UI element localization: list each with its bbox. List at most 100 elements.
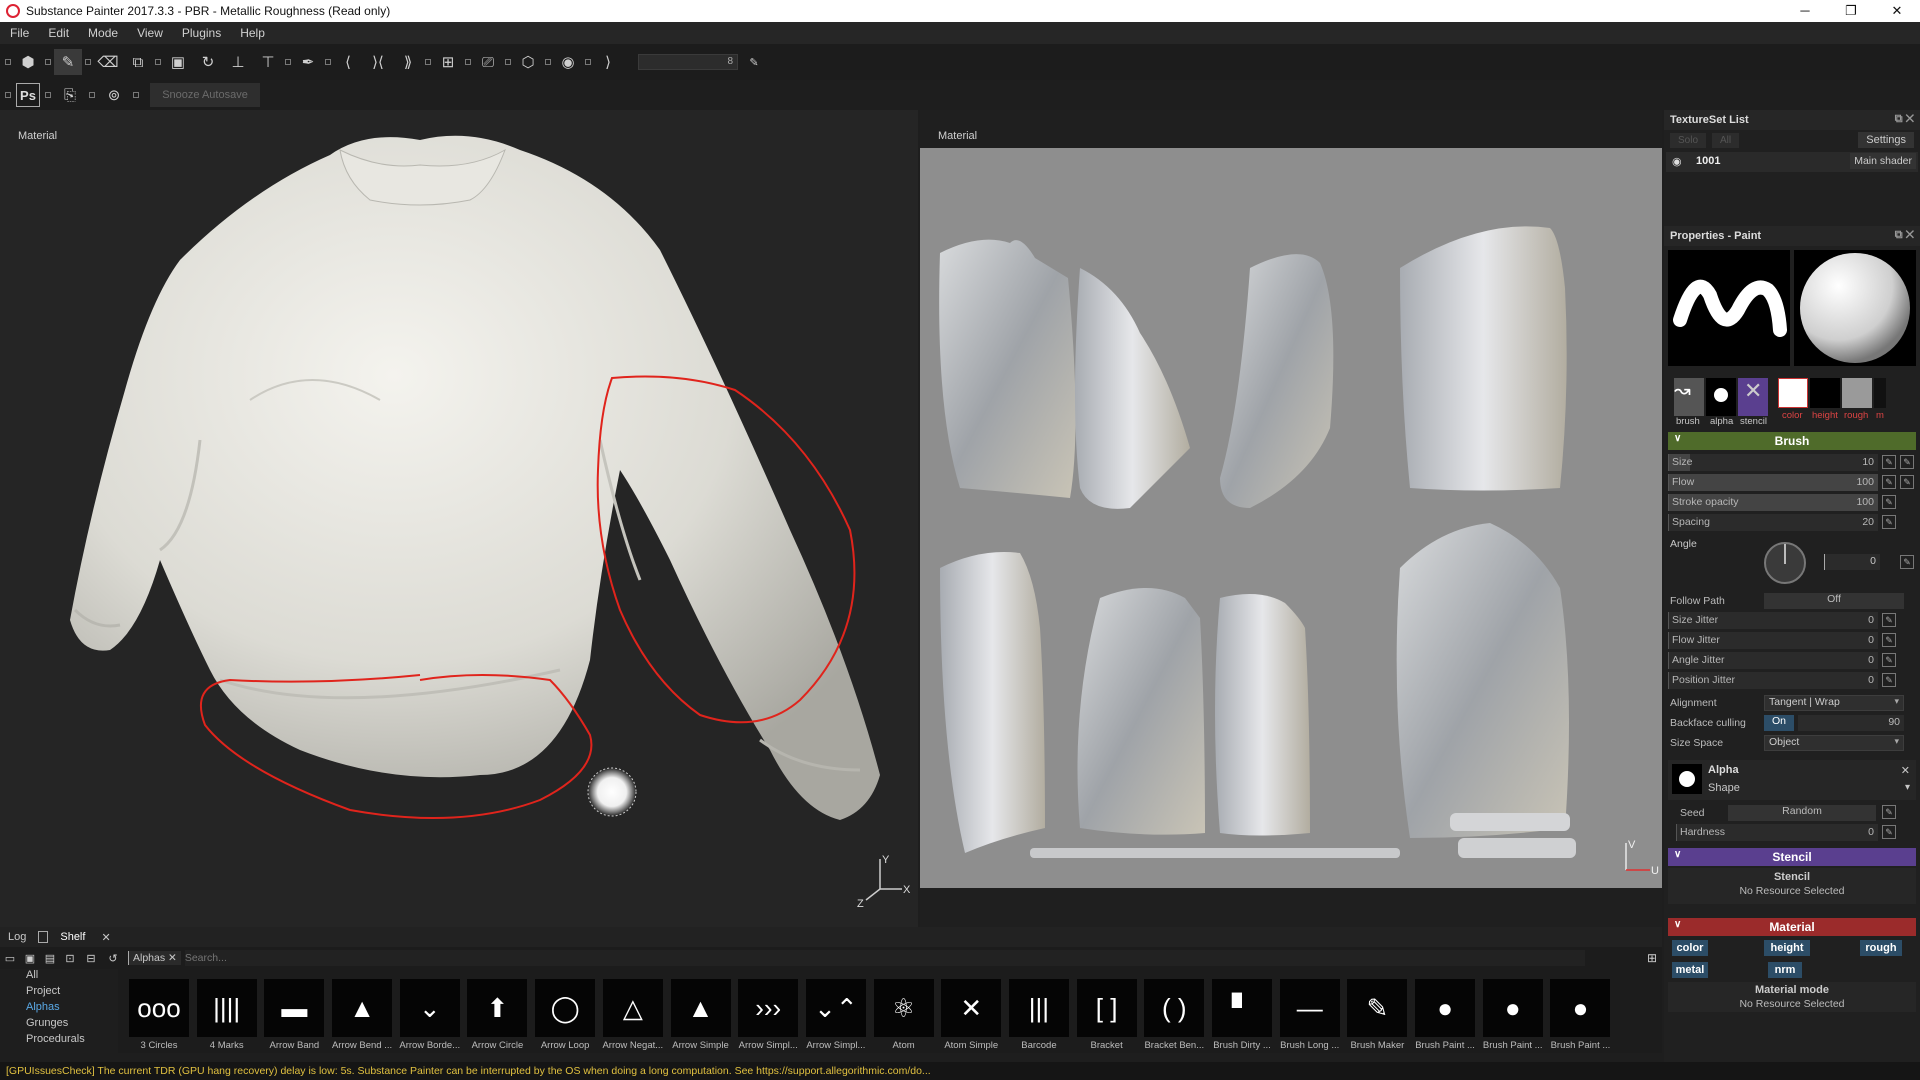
color-channel-swatch[interactable] [1778, 378, 1808, 408]
shelf-item[interactable]: ⌄ Arrow Borde... [397, 979, 463, 1053]
projection-icon[interactable]: ⧉ [124, 49, 152, 75]
iray-icon[interactable]: ⟩ [594, 49, 622, 75]
shelf-item[interactable]: ooo 3 Circles [126, 979, 192, 1053]
shelf-item[interactable]: ⚛ Atom [871, 979, 937, 1053]
flow-edit-icon[interactable]: ✎ [1882, 475, 1896, 489]
undock-icon[interactable] [5, 92, 11, 98]
screenshot-icon[interactable]: ◉ [554, 49, 582, 75]
hardness-edit-icon[interactable]: ✎ [1882, 825, 1896, 839]
uv-texture-canvas[interactable]: V U [920, 148, 1662, 888]
visibility-eye-icon[interactable]: ◉ [1672, 155, 1682, 168]
material-section-header[interactable]: ∨ Material [1668, 918, 1916, 936]
shelf-item[interactable]: ››› Arrow Simpl... [735, 979, 801, 1053]
shelf-item[interactable]: ⌄⌃ Arrow Simpl... [803, 979, 869, 1053]
stroke-opacity-edit-icon[interactable]: ✎ [1882, 495, 1896, 509]
rough-channel-swatch[interactable] [1842, 378, 1872, 408]
grid-view-icon[interactable]: ⊞ [1642, 945, 1662, 971]
undock-icon[interactable] [89, 92, 95, 98]
shelf-item[interactable]: ||| Barcode [1006, 979, 1072, 1053]
material-height-chip[interactable]: height [1764, 940, 1810, 956]
shelf-item[interactable]: [ ] Bracket [1074, 979, 1140, 1053]
shelf-filter-tag[interactable]: Alphas ✕ [128, 951, 181, 965]
material-metal-chip[interactable]: metal [1672, 962, 1708, 978]
undock-icon[interactable] [285, 59, 291, 65]
stencil-thumb[interactable]: ✕ [1738, 378, 1768, 416]
backface-culling-toggle[interactable]: On [1764, 715, 1794, 731]
hoodie-model[interactable]: Y X Z [0, 110, 918, 927]
shelf-settings-icon[interactable]: ⊡ [60, 945, 80, 971]
shelf-item[interactable]: — Brush Long ... [1277, 979, 1343, 1053]
resources-updater-icon[interactable]: ⊚ [100, 82, 128, 108]
undock-icon[interactable] [133, 92, 139, 98]
menu-help[interactable]: Help [230, 26, 274, 40]
color-picker-icon[interactable]: ✒ [294, 49, 322, 75]
panel-close-icon[interactable]: ⧉ ✕ [1895, 113, 1914, 126]
paint-brush-icon[interactable]: ✎ [54, 49, 82, 75]
size-jitter-edit-icon[interactable]: ✎ [1882, 613, 1896, 627]
flow-jitter-edit-icon[interactable]: ✎ [1882, 633, 1896, 647]
split-view-icon[interactable]: ⊞ [434, 49, 462, 75]
follow-path-toggle[interactable]: Off [1764, 593, 1904, 609]
shelf-item[interactable]: ▬ Arrow Band [261, 979, 327, 1053]
shelf-search-input[interactable] [184, 950, 1585, 966]
angle-edit-icon[interactable]: ✎ [1900, 555, 1914, 569]
shelf-category-project[interactable]: Project [0, 985, 118, 1001]
position-jitter-slider[interactable]: Position Jitter 0 [1668, 672, 1878, 689]
size-pressure-icon[interactable]: ✎ [1900, 455, 1914, 469]
tab-shelf[interactable]: Shelf [52, 931, 93, 943]
material-rough-chip[interactable]: rough [1860, 940, 1902, 956]
alpha-menu-chevron-icon[interactable]: ▾ [1905, 782, 1910, 793]
undock-icon[interactable] [45, 59, 51, 65]
stroke-opacity-slider[interactable]: Stroke opacity 100 [1668, 494, 1878, 511]
textureset-settings-button[interactable]: Settings [1858, 132, 1914, 148]
stencil-section-header[interactable]: ∨ Stencil [1668, 848, 1916, 866]
undock-icon[interactable] [155, 59, 161, 65]
undock-icon[interactable] [545, 59, 551, 65]
spacing-slider[interactable]: Spacing 20 [1668, 514, 1878, 531]
seed-edit-icon[interactable]: ✎ [1882, 805, 1896, 819]
menu-file[interactable]: File [0, 26, 38, 40]
stencil-resource[interactable]: Stencil No Resource Selected [1668, 868, 1916, 904]
material-picker-icon[interactable]: ⊤ [254, 49, 282, 75]
brush-section-header[interactable]: ∨ Brush [1668, 432, 1916, 450]
export-plugin-icon[interactable]: ⎘ [56, 82, 84, 108]
shelf-item[interactable]: ● Brush Paint ... [1480, 979, 1546, 1053]
substance-logo-icon[interactable]: ⬢ [14, 49, 42, 75]
menu-plugins[interactable]: Plugins [172, 26, 230, 40]
size-space-dropdown[interactable]: Object [1764, 735, 1904, 751]
undock-icon[interactable] [85, 59, 91, 65]
shelf-category-procedurals[interactable]: Procedurals [0, 1033, 118, 1049]
polygon-fill-icon[interactable]: ▣ [164, 49, 192, 75]
symmetry-right-icon[interactable]: ⟫ [394, 49, 422, 75]
symmetry-icon[interactable]: ⟩⟨ [364, 49, 392, 75]
shelf-category-alphas[interactable]: Alphas [0, 1001, 118, 1017]
cube-view-icon[interactable]: ⬡ [514, 49, 542, 75]
undock-icon[interactable] [5, 59, 11, 65]
collapse-chevron-icon[interactable]: ∨ [1674, 849, 1681, 860]
brush-size-slider[interactable]: 8 [638, 54, 738, 70]
collapse-chevron-icon[interactable]: ∨ [1674, 919, 1681, 930]
shelf-item[interactable]: |||| 4 Marks [194, 979, 260, 1053]
metal-channel-swatch[interactable] [1874, 378, 1886, 408]
spacing-edit-icon[interactable]: ✎ [1882, 515, 1896, 529]
undock-icon[interactable] [465, 59, 471, 65]
remove-filter-icon[interactable]: ✕ [168, 952, 177, 964]
angle-jitter-edit-icon[interactable]: ✎ [1882, 653, 1896, 667]
all-button[interactable]: All [1712, 133, 1740, 148]
camera-icon[interactable]: ⎚ [474, 49, 502, 75]
menu-mode[interactable]: Mode [78, 26, 127, 40]
reset-filter-icon[interactable]: ↺ [102, 945, 124, 971]
angle-dial[interactable] [1764, 542, 1806, 584]
symmetry-left-icon[interactable]: ⟨ [334, 49, 362, 75]
alignment-dropdown[interactable]: Tangent | Wrap [1764, 695, 1904, 711]
size-jitter-slider[interactable]: Size Jitter 0 [1668, 612, 1878, 629]
menu-view[interactable]: View [127, 26, 172, 40]
shelf-item[interactable]: ◯ Arrow Loop [532, 979, 598, 1053]
material-mode[interactable]: Material mode No Resource Selected [1668, 982, 1916, 1012]
hardness-slider[interactable]: Hardness 0 [1676, 824, 1878, 841]
shelf-item[interactable]: ( ) Bracket Ben... [1141, 979, 1207, 1053]
viewport-2d[interactable]: Material V U [920, 110, 1662, 927]
new-folder-icon[interactable]: ▣ [20, 945, 40, 971]
shelf-item[interactable]: △ Arrow Negat... [600, 979, 666, 1053]
import-icon[interactable]: ▤ [40, 945, 60, 971]
